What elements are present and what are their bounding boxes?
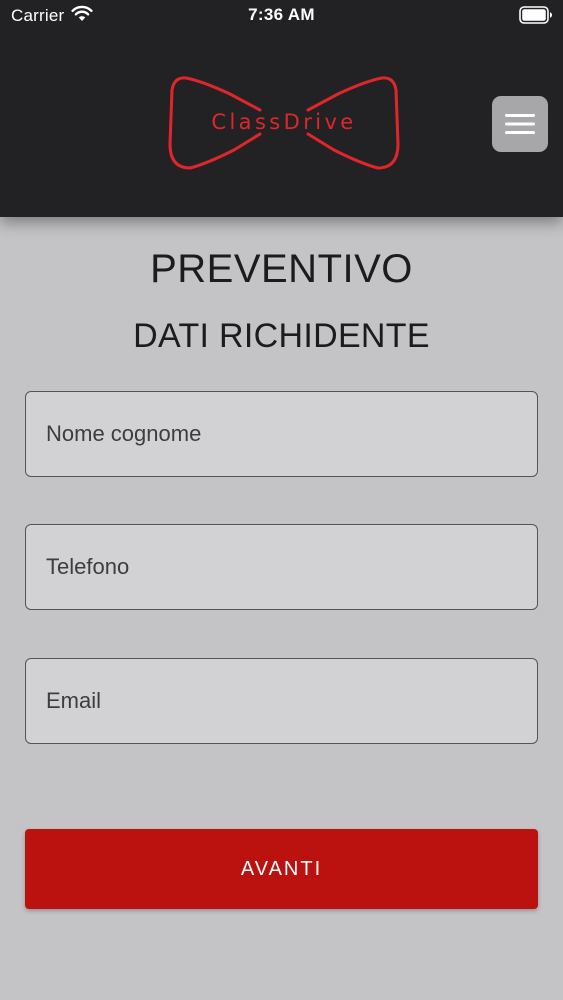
status-time: 7:36 AM xyxy=(248,5,315,24)
classdrive-logo: ClassDrive xyxy=(168,72,400,176)
page-title: PREVENTIVO xyxy=(150,247,413,291)
name-input[interactable] xyxy=(25,391,538,477)
hamburger-menu-icon xyxy=(505,114,535,134)
app-header: Carrier 7:36 AM ClassDrive xyxy=(0,0,563,217)
hamburger-menu-button[interactable] xyxy=(492,96,548,152)
logo-text: ClassDrive xyxy=(211,110,357,134)
status-bar: Carrier 7:36 AM xyxy=(0,0,563,32)
battery-full-icon xyxy=(519,6,553,29)
section-title: DATI RICHIDENTE xyxy=(133,317,430,355)
quote-form-section: PREVENTIVO DATI RICHIDENTE AVANTI xyxy=(0,217,563,1000)
email-input[interactable] xyxy=(25,658,538,744)
phone-input[interactable] xyxy=(25,524,538,610)
next-button[interactable]: AVANTI xyxy=(25,829,538,909)
